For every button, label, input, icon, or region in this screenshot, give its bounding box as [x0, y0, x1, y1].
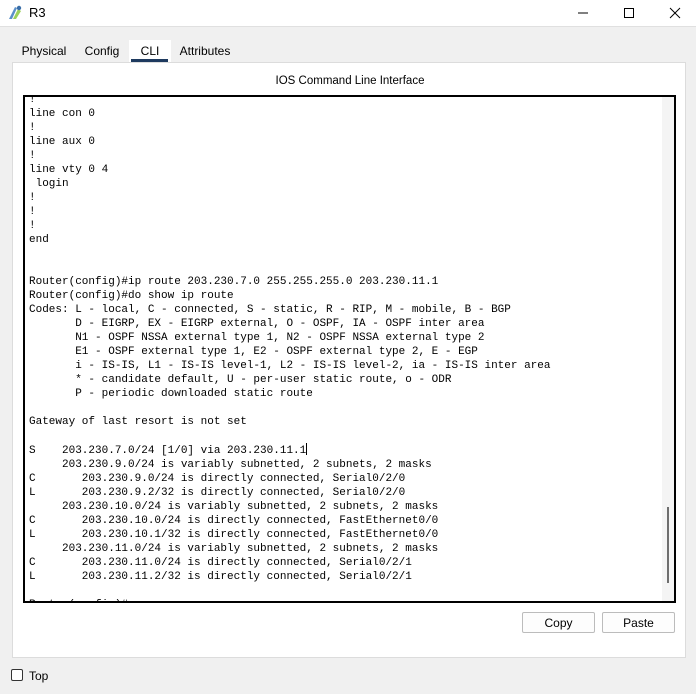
title-bar: R3 [0, 0, 696, 27]
text-cursor [306, 443, 308, 455]
cli-panel: IOS Command Line Interface ! line con 0 … [12, 62, 686, 658]
cli-terminal[interactable]: ! line con 0 ! line aux 0 ! line vty 0 4… [23, 95, 676, 603]
terminal-output-before-cursor: ! line con 0 ! line aux 0 ! line vty 0 4… [29, 95, 551, 457]
scrollbar-thumb[interactable] [667, 507, 669, 583]
panel-title: IOS Command Line Interface [275, 75, 425, 87]
terminal-scrollbar[interactable] [662, 97, 674, 601]
minimize-button[interactable] [560, 0, 606, 26]
maximize-button[interactable] [606, 0, 652, 26]
tab-attributes[interactable]: Attributes [171, 40, 239, 63]
minimize-icon [578, 12, 588, 14]
close-icon [669, 7, 681, 19]
window-title: R3 [29, 5, 46, 20]
top-checkbox[interactable] [11, 669, 23, 681]
tab-config[interactable]: Config [75, 40, 129, 63]
copy-button[interactable]: Copy [522, 612, 595, 633]
paste-button[interactable]: Paste [602, 612, 675, 633]
top-checkbox-label: Top [29, 669, 49, 683]
tab-physical[interactable]: Physical [13, 40, 75, 63]
packet-tracer-router-icon [9, 5, 22, 19]
terminal-output[interactable]: ! line con 0 ! line aux 0 ! line vty 0 4… [29, 95, 551, 601]
close-button[interactable] [652, 0, 696, 26]
maximize-icon [624, 8, 634, 18]
terminal-output-after-cursor: 203.230.9.0/24 is variably subnetted, 2 … [29, 459, 439, 601]
